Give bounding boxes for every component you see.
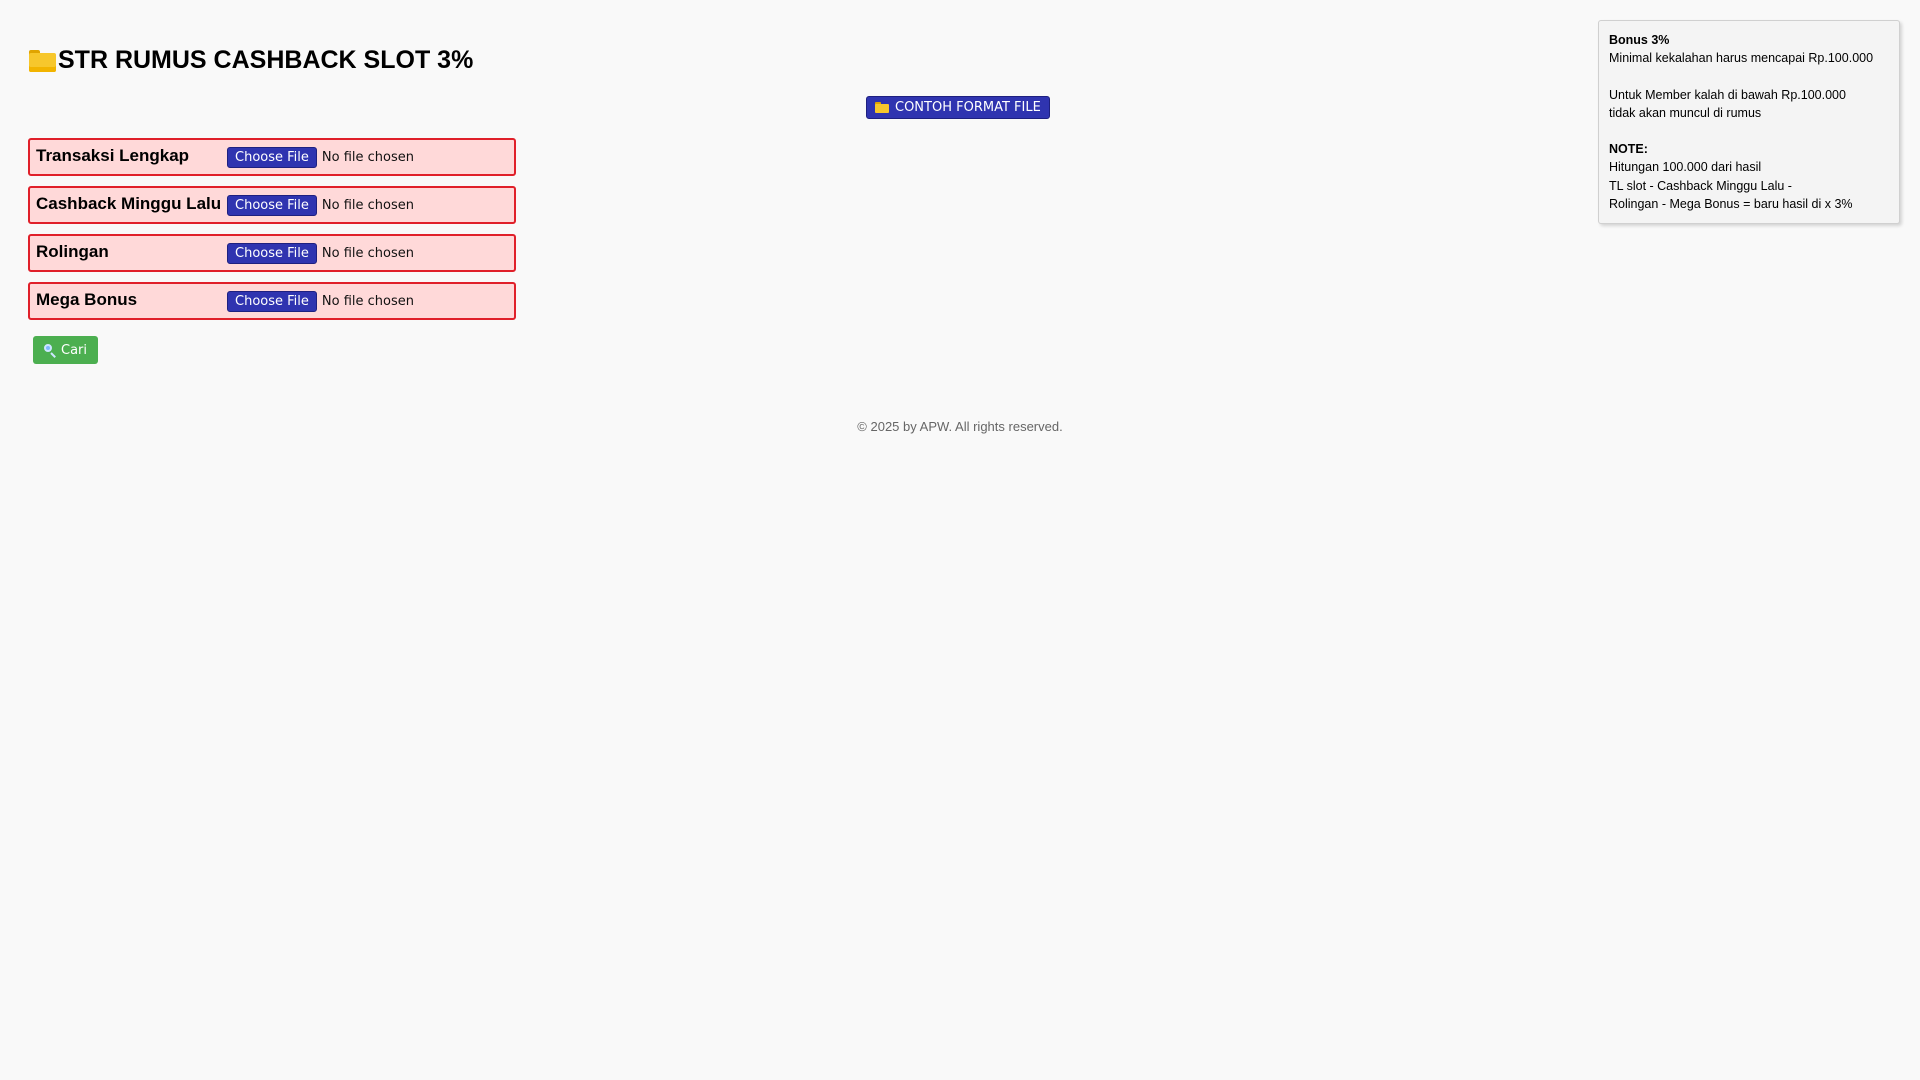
sample-format-label: CONTOH FORMAT FILE: [895, 100, 1041, 115]
magnifier-icon: [44, 343, 57, 358]
note-heading: NOTE:: [1609, 142, 1648, 157]
page-title: STR RUMUS CASHBACK SLOT 3%: [29, 46, 473, 75]
sample-format-button[interactable]: CONTOH FORMAT FILE: [866, 96, 1050, 119]
upload-label: Rolingan: [36, 242, 109, 261]
footer: © 2025 by APW. All rights reserved.: [0, 419, 1920, 434]
choose-file-button[interactable]: Choose File: [227, 291, 317, 312]
page: STR RUMUS CASHBACK SLOT 3% CONTOH FORMAT…: [0, 0, 1920, 1080]
note-line: TL slot - Cashback Minggu Lalu -: [1609, 178, 1792, 193]
upload-label: Transaksi Lengkap: [36, 146, 190, 165]
upload-list: Transaksi Lengkap Choose File No file ch…: [28, 138, 516, 330]
info-spacer: [1609, 122, 1889, 140]
info-line: Minimal kekalahan harus mencapai Rp.100.…: [1609, 51, 1874, 66]
upload-row-cashback-minggu-lalu: Cashback Minggu Lalu Choose File No file…: [28, 186, 516, 224]
file-status: No file chosen: [321, 198, 414, 213]
info-heading: Bonus 3%: [1609, 33, 1670, 47]
upload-label: Cashback Minggu Lalu: [36, 194, 222, 213]
file-status: No file chosen: [321, 150, 414, 165]
note-line: Hitungan 100.000 dari hasil: [1609, 160, 1762, 175]
folder-icon: [875, 102, 889, 113]
page-title-text: STR RUMUS CASHBACK SLOT 3%: [58, 46, 474, 74]
upload-row-transaksi-lengkap: Transaksi Lengkap Choose File No file ch…: [28, 138, 516, 176]
info-line: tidak akan muncul di rumus: [1609, 105, 1762, 120]
file-input-cashback-minggu-lalu[interactable]: Choose File No file chosen: [227, 195, 414, 216]
choose-file-button[interactable]: Choose File: [227, 243, 317, 264]
info-spacer: [1609, 67, 1889, 85]
file-input-rolingan[interactable]: Choose File No file chosen: [227, 243, 414, 264]
file-input-mega-bonus[interactable]: Choose File No file chosen: [227, 291, 414, 312]
choose-file-button[interactable]: Choose File: [227, 147, 317, 168]
file-status: No file chosen: [321, 246, 414, 261]
info-line: Untuk Member kalah di bawah Rp.100.000: [1609, 87, 1846, 102]
search-button-label: Cari: [61, 342, 87, 358]
choose-file-button[interactable]: Choose File: [227, 195, 317, 216]
file-input-transaksi-lengkap[interactable]: Choose File No file chosen: [227, 147, 414, 168]
upload-row-rolingan: Rolingan Choose File No file chosen: [28, 234, 516, 272]
file-status: No file chosen: [321, 294, 414, 309]
footer-copyright: © 2025 by APW. All rights reserved.: [857, 419, 1063, 434]
note-line: Rolingan - Mega Bonus = baru hasil di x …: [1609, 196, 1853, 211]
upload-label: Mega Bonus: [36, 290, 138, 309]
upload-row-mega-bonus: Mega Bonus Choose File No file chosen: [28, 282, 516, 320]
info-panel: Bonus 3% Minimal kekalahan harus mencapa…: [1598, 20, 1900, 224]
folder-icon: [29, 49, 56, 72]
search-button[interactable]: Cari: [33, 336, 98, 364]
